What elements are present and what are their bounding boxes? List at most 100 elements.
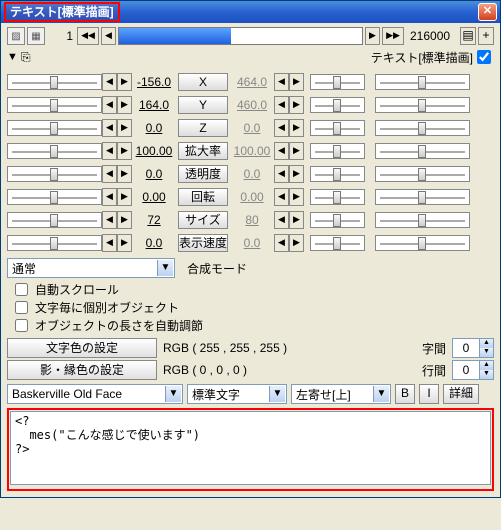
inc-size-left[interactable]: ▶ <box>117 211 132 229</box>
btn-alpha[interactable]: 透明度 <box>178 165 228 183</box>
dec-alpha-right[interactable]: ◀ <box>274 165 289 183</box>
dec-x-right[interactable]: ◀ <box>274 73 289 91</box>
btn-z[interactable]: Z <box>178 119 228 137</box>
slider-y-right[interactable] <box>310 97 365 113</box>
copy-icon[interactable]: ⎘ <box>21 50 35 65</box>
btn-speed[interactable]: 表示速度 <box>178 234 228 252</box>
slider-alpha-left[interactable] <box>7 166 102 182</box>
btn-zoom[interactable]: 拡大率 <box>178 142 228 160</box>
slider-alpha-right[interactable] <box>310 166 365 182</box>
btn-rot[interactable]: 回転 <box>178 188 228 206</box>
inc-alpha-right[interactable]: ▶ <box>289 165 304 183</box>
slider-size-right[interactable] <box>310 212 365 228</box>
dec-speed-right[interactable]: ◀ <box>274 234 289 252</box>
inc-speed-left[interactable]: ▶ <box>117 234 132 252</box>
inc-rot-left[interactable]: ▶ <box>117 188 132 206</box>
inc-z-left[interactable]: ▶ <box>117 119 132 137</box>
val-z-right: 0.0 <box>230 121 274 135</box>
slider-size-far[interactable] <box>375 212 470 228</box>
slider-y-far[interactable] <box>375 97 470 113</box>
dec-zoom-right[interactable]: ◀ <box>274 142 289 160</box>
line-spacing-input[interactable] <box>453 361 479 379</box>
slider-x-right[interactable] <box>310 74 365 90</box>
style-combo[interactable]: 標準文字 ▼ <box>187 384 287 404</box>
char-spacing-label: 字間 <box>422 340 446 357</box>
timeline-slider[interactable] <box>118 27 363 45</box>
slider-y-left[interactable] <box>7 97 102 113</box>
perchar-checkbox[interactable] <box>15 301 28 314</box>
detail-button[interactable]: 詳細 <box>443 384 479 404</box>
dec-rot-left[interactable]: ◀ <box>102 188 117 206</box>
slider-speed-far[interactable] <box>375 235 470 251</box>
dec-y-right[interactable]: ◀ <box>274 96 289 114</box>
align-combo[interactable]: 左寄せ[上] ▼ <box>291 384 391 404</box>
btn-y[interactable]: Y <box>178 96 228 114</box>
val-rot-left: 0.00 <box>132 190 176 204</box>
inc-zoom-left[interactable]: ▶ <box>117 142 132 160</box>
inc-y-left[interactable]: ▶ <box>117 96 132 114</box>
seek-prev[interactable]: ◀ <box>101 27 116 45</box>
slider-z-far[interactable] <box>375 120 470 136</box>
autoscroll-checkbox[interactable] <box>15 283 28 296</box>
inc-y-right[interactable]: ▶ <box>289 96 304 114</box>
shadow-color-button[interactable]: 影・縁色の設定 <box>7 360 157 380</box>
seek-start[interactable]: ◀◀ <box>77 27 99 45</box>
collapse-icon[interactable]: ▼ <box>7 51 21 63</box>
dec-rot-right[interactable]: ◀ <box>274 188 289 206</box>
seek-end[interactable]: ▶▶ <box>382 27 404 45</box>
dec-speed-left[interactable]: ◀ <box>102 234 117 252</box>
char-spacing-spinner[interactable]: ▲▼ <box>452 338 494 358</box>
inc-speed-right[interactable]: ▶ <box>289 234 304 252</box>
font-combo[interactable]: Baskerville Old Face ▼ <box>7 384 183 404</box>
slider-x-left[interactable] <box>7 74 102 90</box>
script-textarea[interactable] <box>10 411 491 485</box>
blend-mode-combo[interactable]: 通常 ▼ <box>7 258 175 278</box>
close-button[interactable]: ✕ <box>478 3 497 21</box>
slider-zoom-left[interactable] <box>7 143 102 159</box>
layer-icon[interactable]: ▦ <box>27 27 45 45</box>
char-spacing-input[interactable] <box>453 339 479 357</box>
slider-speed-right[interactable] <box>310 235 365 251</box>
toggle-btn[interactable]: ▤ <box>460 27 476 45</box>
val-speed-left: 0.0 <box>132 236 176 250</box>
slider-alpha-far[interactable] <box>375 166 470 182</box>
bold-button[interactable]: B <box>395 384 415 404</box>
dec-z-right[interactable]: ◀ <box>274 119 289 137</box>
slider-z-left[interactable] <box>7 120 102 136</box>
inc-x-right[interactable]: ▶ <box>289 73 304 91</box>
dec-zoom-left[interactable]: ◀ <box>102 142 117 160</box>
italic-button[interactable]: I <box>419 384 439 404</box>
val-y-left: 164.0 <box>132 98 176 112</box>
val-alpha-left: 0.0 <box>132 167 176 181</box>
slider-rot-far[interactable] <box>375 189 470 205</box>
inc-z-right[interactable]: ▶ <box>289 119 304 137</box>
slider-z-right[interactable] <box>310 120 365 136</box>
slider-speed-left[interactable] <box>7 235 102 251</box>
dec-x-left[interactable]: ◀ <box>102 73 117 91</box>
add-btn[interactable]: + <box>478 27 494 45</box>
btn-x[interactable]: X <box>178 73 228 91</box>
btn-size[interactable]: サイズ <box>178 211 228 229</box>
inc-alpha-left[interactable]: ▶ <box>117 165 132 183</box>
seek-next[interactable]: ▶ <box>365 27 380 45</box>
dec-size-left[interactable]: ◀ <box>102 211 117 229</box>
slider-size-left[interactable] <box>7 212 102 228</box>
slider-rot-right[interactable] <box>310 189 365 205</box>
dec-size-right[interactable]: ◀ <box>274 211 289 229</box>
dec-z-left[interactable]: ◀ <box>102 119 117 137</box>
layer-checkbox[interactable] <box>477 50 491 64</box>
slider-x-far[interactable] <box>375 74 470 90</box>
slider-zoom-far[interactable] <box>375 143 470 159</box>
dec-alpha-left[interactable]: ◀ <box>102 165 117 183</box>
inc-zoom-right[interactable]: ▶ <box>289 142 304 160</box>
filter-icon[interactable]: ▨ <box>7 27 25 45</box>
inc-rot-right[interactable]: ▶ <box>289 188 304 206</box>
inc-x-left[interactable]: ▶ <box>117 73 132 91</box>
autofit-checkbox[interactable] <box>15 319 28 332</box>
dec-y-left[interactable]: ◀ <box>102 96 117 114</box>
line-spacing-spinner[interactable]: ▲▼ <box>452 360 494 380</box>
inc-size-right[interactable]: ▶ <box>289 211 304 229</box>
text-color-button[interactable]: 文字色の設定 <box>7 338 157 358</box>
slider-rot-left[interactable] <box>7 189 102 205</box>
slider-zoom-right[interactable] <box>310 143 365 159</box>
